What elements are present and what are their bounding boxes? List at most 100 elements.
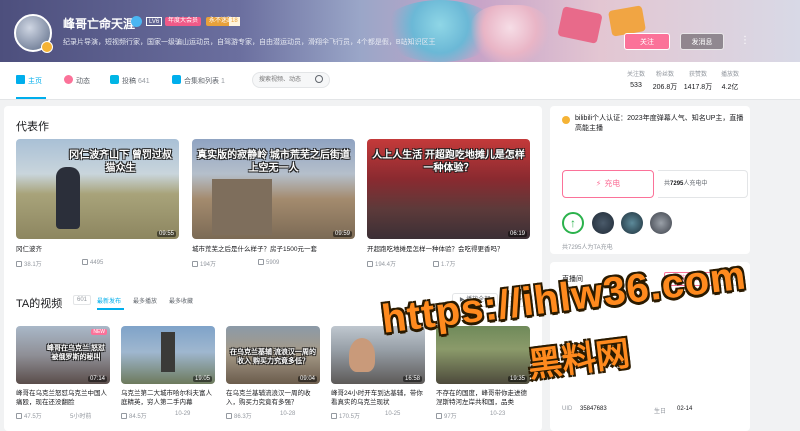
video-thumbnail[interactable]: 真实版的寂静岭 城市荒芜之后街道上空无一人 09:59 [192,139,355,239]
video-title[interactable]: 开超跑吃地摊是怎样一种体验？会吃得更香吗？ [367,245,530,254]
play-icon [16,413,22,419]
video-date: 10-23 [490,411,506,417]
video-plays: 86.3万 [226,411,252,420]
play-icon [16,261,22,267]
video-icon [110,75,119,84]
stat-plays: 播放数 4.2亿 [713,69,747,92]
sort-tab-latest[interactable]: 最新发布 [97,296,121,305]
stat-likes: 获赞数 1417.8万 [681,69,715,92]
charger-avatar[interactable] [621,212,643,234]
video-title[interactable]: 峰哥24小时开车到达基辅，带你看真实的乌克兰现状 [331,389,425,407]
video-plays: 170.5万 [331,411,360,420]
lightning-icon: ⚡ [595,179,602,188]
cover-text: 在乌克兰基辅 流浪汉一周的收入 购买力究竟多低？ [230,349,316,365]
more-options-icon[interactable]: ⋮ [740,35,750,46]
video-title[interactable]: 冈仁波齐 [16,245,179,254]
charge-rank-arrow-icon[interactable]: ↑ [562,212,584,234]
main-content: 代表作 冈仁波齐山下 曾罚过叔猫众生 09:55 冈仁波齐 38.1万 4495… [4,106,542,431]
vip-tag[interactable]: 年度大会员 [165,17,202,26]
tab-dynamic-label: 动态 [76,78,90,85]
home-icon [16,75,25,84]
sort-tab-most-favorited[interactable]: 最多收藏 [169,296,193,305]
video-thumbnail[interactable]: 在乌克兰基辅 流浪汉一周的收入 购买力究竟多低？ 09:04 [226,326,320,384]
play-count: 194万 [200,262,217,268]
follow-button[interactable]: 关注 [624,33,670,50]
video-title[interactable]: 城市荒芜之后是什么样子？房子1500元一套 [192,245,355,254]
thumbnail-figure [56,167,80,229]
video-date: 5小时前 [70,414,92,420]
tab-collections[interactable]: 合集和列表 1 [172,75,225,86]
video-thumbnail[interactable]: 峰哥在乌克兰 怒怼被俄罗斯的秘叫 NEW 07:14 [16,326,110,384]
danmaku-count: 5909 [266,260,280,266]
stat-fans[interactable]: 粉丝数 206.8万 [648,69,682,92]
video-card[interactable]: 真实版的寂静岭 城市荒芜之后街道上空无一人 09:59 城市荒芜之后是什么样子？… [192,139,355,268]
video-thumbnail[interactable]: 冈仁波齐山下 曾罚过叔猫众生 09:55 [16,139,179,239]
play-icon [436,413,442,419]
video-card[interactable]: 冈仁波齐山下 曾罚过叔猫众生 09:55 冈仁波齐 38.1万 4495 [16,139,179,268]
charge-suffix: 人充电中 [683,181,708,187]
play-count: 84.5万 [129,414,147,420]
message-button[interactable]: 发消息 [680,33,724,50]
video-date: 10-29 [175,411,191,417]
video-thumbnail[interactable]: 人上人生活 开超跑吃地摊儿是怎样一种体验？ 06:19 [367,139,530,239]
tab-collections-label: 合集和列表 [184,78,219,85]
tab-uploads-label: 投稿 [122,78,136,85]
user-signature: 纪录片导演，短视频行家，国家一级骗山运动员，自驾游专家，自由潜运动员，滑翔伞飞行… [63,39,436,46]
video-duration: 09:59 [332,231,352,237]
stat-label: 粉丝数 [655,72,674,78]
video-title[interactable]: 乌克兰第二大城市哈尔科夫富人庭精英，穷人第二手内幕 [121,389,215,407]
avatar[interactable] [14,14,53,53]
fans-medal-level: 18 [229,17,240,26]
verified-badge-icon [41,41,53,53]
play-count: 38.1万 [24,262,42,268]
banner-character-art-2 [470,5,550,62]
thumbnail-monument [161,332,175,372]
charge-info: 共7295人充电中 [658,170,748,198]
new-badge: NEW [91,329,107,335]
sort-tab-most-played[interactable]: 最多播放 [133,296,157,305]
danmaku-icon [433,261,439,267]
video-duration: 16:58 [402,376,422,382]
ta-videos-count: 601 [73,295,92,305]
video-card[interactable]: 在乌克兰基辅 流浪汉一周的收入 购买力究竟多低？ 09:04 在乌克兰基辅流浪汉… [226,326,320,420]
charger-avatar[interactable] [650,212,672,234]
video-duration: 09:55 [156,231,176,237]
video-title[interactable]: 不存在的国度，峰哥带你走进德涅斯特河左岸共和国，品类 [436,389,530,407]
thumbnail-building [212,179,272,235]
active-tab-indicator [16,97,46,99]
video-plays: 194.4万 [367,259,396,268]
play-icon [192,261,198,267]
video-duration: 06:19 [507,231,527,237]
tab-uploads-count: 641 [138,78,150,85]
charger-avatar[interactable] [592,212,614,234]
uid-value: 35847683 [580,406,607,412]
cover-text: 冈仁波齐山下 曾罚过叔猫众生 [69,150,172,174]
tab-uploads[interactable]: 投稿 641 [110,75,150,86]
video-title[interactable]: 在乌克兰基辅流浪汉一周的收入，购买力究竟有多强？ [226,389,320,407]
charge-count: 共7295人为TA充电 [562,245,613,251]
video-duration: 19:05 [192,376,212,382]
cover-text: 真实版的寂静岭 城市荒芜之后街道上空无一人 [197,150,350,174]
video-thumbnail[interactable]: 19:05 [121,326,215,384]
tab-home-label: 主页 [28,78,42,85]
play-count: 86.3万 [234,414,252,420]
play-count: 97万 [444,414,457,420]
video-card[interactable]: 19:05 乌克兰第二大城市哈尔科夫富人庭精英，穷人第二手内幕 84.5万 10… [121,326,215,420]
charge-button[interactable]: ⚡ 充电 [562,170,654,198]
banner-gift-box [557,6,603,44]
tab-dynamic[interactable]: 动态 [64,75,90,86]
level-tag: LV6 [146,17,163,26]
search-icon[interactable] [315,75,323,83]
video-card[interactable]: 峰哥在乌克兰 怒怼被俄罗斯的秘叫 NEW 07:14 峰哥在乌克兰怒怼乌克兰中国… [16,326,110,420]
video-duration: 19:35 [507,376,527,382]
tab-home[interactable]: 主页 [16,75,42,86]
danmaku-icon [258,259,264,265]
charge-number: 7295 [670,181,684,187]
video-title[interactable]: 峰哥在乌克兰怒怼乌克兰中国人痛殴，现在还没翻脸 [16,389,110,407]
user-name: 峰哥亡命天涯 [63,17,136,31]
stat-value: 1417.8万 [683,84,713,91]
danmaku-count: 1.7万 [441,262,456,268]
video-card[interactable]: 人上人生活 开超跑吃地摊儿是怎样一种体验？ 06:19 开超跑吃地摊是怎样一种体… [367,139,530,268]
play-icon [331,413,337,419]
certification-text: bilibili个人认证：2023年度弹幕人气、知名UP主，直播高能主播 [575,115,744,132]
